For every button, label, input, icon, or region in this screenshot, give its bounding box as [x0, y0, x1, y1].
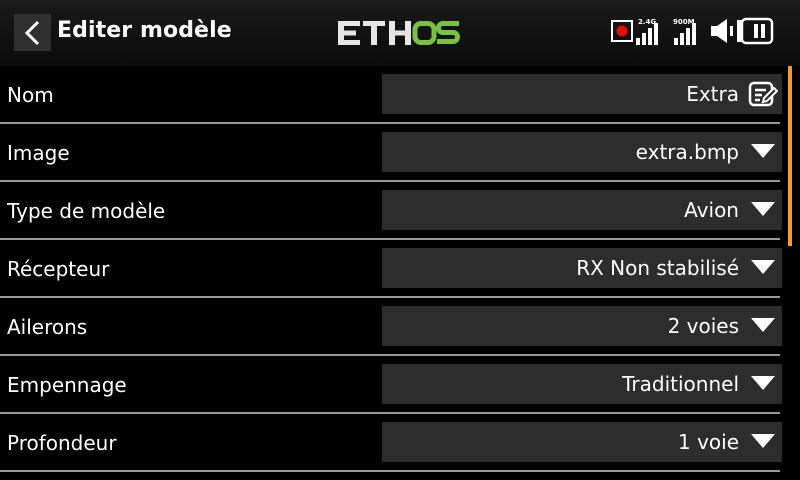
chevron-left-icon: [24, 20, 39, 45]
settings-list: Nom Extra Image extra.bmp Type de modèle…: [0, 66, 786, 472]
tail-dropdown[interactable]: Traditionnel: [382, 364, 782, 404]
receiver-dropdown[interactable]: RX Non stabilisé: [382, 248, 782, 288]
elevator-dropdown[interactable]: 1 voie: [382, 422, 782, 462]
svg-text:2.4G: 2.4G: [638, 18, 656, 26]
row-elevator: Profondeur 1 voie: [0, 414, 786, 472]
back-button[interactable]: [14, 14, 51, 51]
dropdown-arrow-icon: [751, 376, 775, 390]
field-value: Avion: [684, 198, 739, 222]
page-title: Editer modèle: [57, 18, 232, 43]
row-label: Ailerons: [7, 315, 88, 339]
dropdown-arrow-icon: [751, 318, 775, 332]
field-value: Traditionnel: [622, 372, 739, 396]
dropdown-arrow-icon: [751, 202, 775, 216]
speaker-icon: [711, 19, 733, 43]
row-model-type: Type de modèle Avion: [0, 182, 786, 240]
field-value: extra.bmp: [635, 140, 739, 164]
ethos-logo: [338, 21, 460, 45]
row-label: Nom: [7, 83, 54, 107]
row-label: Type de modèle: [7, 199, 166, 223]
row-image: Image extra.bmp: [0, 124, 786, 182]
separator: [0, 470, 780, 472]
signal-900m-icon: 900M: [673, 18, 696, 45]
record-icon: [611, 20, 633, 42]
dropdown-arrow-icon: [751, 434, 775, 448]
row-label: Profondeur: [7, 431, 117, 455]
row-label: Empennage: [7, 373, 127, 397]
svg-text:900M: 900M: [673, 18, 695, 26]
field-value: Extra: [686, 82, 739, 106]
scrollbar[interactable]: [788, 66, 792, 246]
row-tail: Empennage Traditionnel: [0, 356, 786, 414]
model-type-dropdown[interactable]: Avion: [382, 190, 782, 230]
field-value: 2 voies: [667, 314, 739, 338]
signal-2-4g-icon: 2.4G: [636, 18, 658, 45]
row-nom: Nom Extra: [0, 66, 786, 124]
battery-icon: [737, 17, 774, 45]
edit-icon[interactable]: [748, 80, 778, 108]
header-bar: Editer modèle 2.4G 900M: [0, 0, 800, 66]
dropdown-arrow-icon: [751, 144, 775, 158]
ailerons-dropdown[interactable]: 2 voies: [382, 306, 782, 346]
name-field[interactable]: Extra: [382, 74, 782, 114]
field-value: RX Non stabilisé: [576, 256, 739, 280]
status-icons: 2.4G 900M: [611, 17, 774, 45]
row-receiver: Récepteur RX Non stabilisé: [0, 240, 786, 298]
field-value: 1 voie: [677, 430, 739, 454]
row-label: Récepteur: [7, 257, 110, 281]
dropdown-arrow-icon: [751, 260, 775, 274]
image-dropdown[interactable]: extra.bmp: [382, 132, 782, 172]
row-label: Image: [7, 141, 70, 165]
row-ailerons: Ailerons 2 voies: [0, 298, 786, 356]
